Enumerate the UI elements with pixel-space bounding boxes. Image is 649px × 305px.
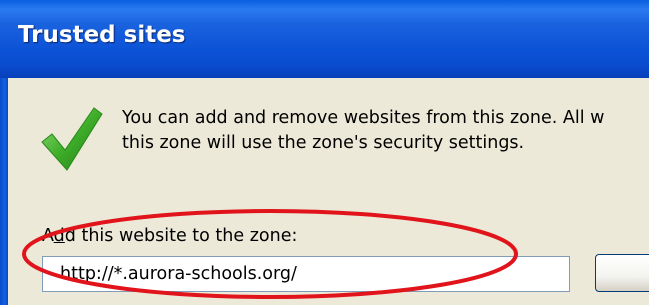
trusted-sites-dialog: Trusted sites You can add and remove web…: [0, 0, 649, 305]
add-label-suffix: d this website to the zone:: [64, 226, 298, 246]
add-button[interactable]: [595, 254, 649, 292]
add-label-mnemonic: d: [53, 226, 65, 246]
zone-description: You can add and remove websites from thi…: [122, 106, 649, 156]
description-line-2: this zone will use the zone's security s…: [122, 133, 525, 153]
description-line-1: You can add and remove websites from thi…: [122, 108, 605, 128]
website-url-input[interactable]: http://*.aurora-schools.org/: [42, 256, 570, 292]
title-bar[interactable]: Trusted sites: [0, 0, 649, 78]
checkmark-icon: [41, 107, 103, 171]
add-label-prefix: A: [42, 226, 54, 246]
window-frame-left: [0, 78, 8, 305]
add-website-label: Add this website to the zone:: [42, 226, 297, 246]
dialog-title: Trusted sites: [18, 22, 186, 48]
